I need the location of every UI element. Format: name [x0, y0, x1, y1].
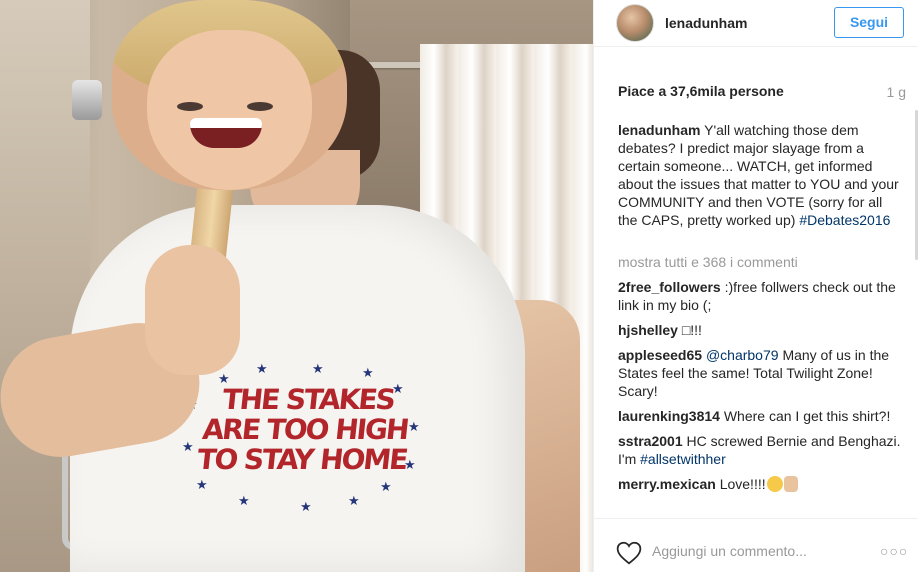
- comment-username[interactable]: sstra2001: [618, 433, 683, 449]
- shirt-star: ★: [196, 477, 208, 492]
- show-all-comments-link[interactable]: mostra tutti e 368 i commenti: [618, 254, 798, 270]
- faucet: [72, 80, 102, 120]
- comment-text: □!!!: [681, 322, 702, 338]
- post-footer: ○○○: [594, 518, 918, 572]
- post-sidebar: lenadunham Segui Piace a 37,6mila person…: [593, 0, 918, 572]
- comment: 2free_followers :)free follwers check ou…: [618, 278, 903, 314]
- person-hand: [145, 245, 240, 375]
- post-caption: lenadunham Y'all watching those dem deba…: [618, 121, 903, 229]
- mask-face: [147, 30, 312, 190]
- comment-hashtag[interactable]: #allsetwithher: [640, 451, 726, 467]
- likes-count[interactable]: Piace a 37,6mila persone: [618, 83, 784, 99]
- mask-smile: [190, 118, 262, 148]
- post-header: lenadunham Segui: [594, 0, 918, 47]
- comment: sstra2001 HC screwed Bernie and Benghazi…: [618, 432, 903, 468]
- shirt-print-line: THE STAKES: [220, 383, 396, 416]
- follow-button[interactable]: Segui: [834, 7, 904, 38]
- comment-username[interactable]: 2free_followers: [618, 279, 721, 295]
- comment: laurenking3814 Where can I get this shir…: [618, 407, 903, 425]
- comment-text: Where can I get this shirt?!: [723, 408, 891, 424]
- comment: hjshelley □!!!: [618, 321, 903, 339]
- post-time[interactable]: 1 g: [887, 84, 906, 100]
- mask-eye: [177, 102, 203, 111]
- shirt-print: THE STAKES ARE TOO HIGH TO STAY HOME: [180, 383, 429, 476]
- heart-eyes-emoji-icon: [766, 476, 783, 492]
- comment-mention[interactable]: @charbo79: [706, 347, 779, 363]
- likes-row: Piace a 37,6mila persone 1 g: [618, 83, 906, 103]
- comment-username[interactable]: merry.mexican: [618, 476, 716, 492]
- shirt-star: ★: [362, 365, 374, 380]
- shirt-star: ★: [312, 361, 324, 376]
- comment-username[interactable]: laurenking3814: [618, 408, 720, 424]
- post-photo[interactable]: ★ ★ ★ ★ ★ ★ ★ ★ ★ ★ ★ ★ ★ ★ THE STAKES A…: [0, 0, 593, 572]
- comment: merry.mexican Love!!!!: [618, 475, 903, 493]
- shirt-star: ★: [348, 493, 360, 508]
- comments-list: 2free_followers :)free follwers check ou…: [618, 278, 903, 500]
- caption-username[interactable]: lenadunham: [618, 122, 700, 138]
- shirt-star: ★: [238, 493, 250, 508]
- mask-eye: [247, 102, 273, 111]
- author-username[interactable]: lenadunham: [665, 15, 747, 31]
- comment-text: Love!!!!: [719, 476, 766, 492]
- shirt-star: ★: [256, 361, 268, 376]
- face-mask: [112, 0, 347, 190]
- comment-username[interactable]: hjshelley: [618, 322, 678, 338]
- shirt-star: ★: [380, 479, 392, 494]
- heart-outline-icon[interactable]: [616, 541, 642, 565]
- more-options-icon[interactable]: ○○○: [880, 543, 908, 559]
- add-comment-input[interactable]: [652, 539, 862, 563]
- comment-username[interactable]: appleseed65: [618, 347, 702, 363]
- shirt-star: ★: [300, 499, 312, 514]
- shirt-print-line: ARE TOO HIGH: [200, 413, 410, 446]
- avatar[interactable]: [616, 4, 654, 42]
- thumbs-up-emoji-icon: [783, 476, 798, 492]
- shirt-print-line: TO STAY HOME: [195, 443, 409, 476]
- comment: appleseed65 @charbo79 Many of us in the …: [618, 346, 903, 400]
- caption-hashtag[interactable]: #Debates2016: [799, 212, 890, 228]
